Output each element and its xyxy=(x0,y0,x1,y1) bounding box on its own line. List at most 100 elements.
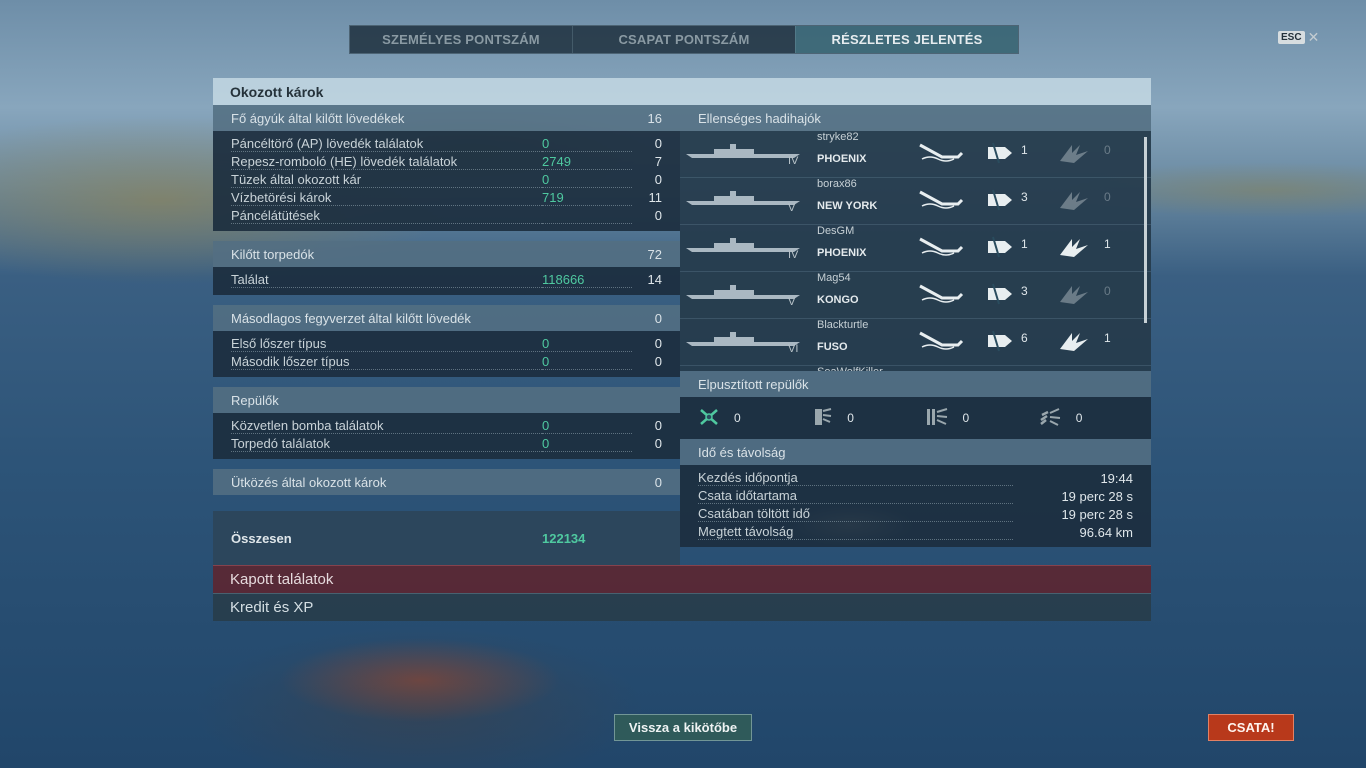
plane-count: 0 xyxy=(1075,411,1083,425)
list-item: Tüzek által okozott kár 0 0 xyxy=(231,171,662,189)
row-damage: 719 xyxy=(542,190,632,206)
received-hits-bar[interactable]: Kapott találatok xyxy=(213,565,1151,593)
plane-count: 0 xyxy=(734,411,741,425)
player-name: borax86 xyxy=(817,178,857,190)
ship-silhouette-icon xyxy=(686,191,800,205)
torpedoes-count: 72 xyxy=(647,246,662,262)
player-name: Mag54 xyxy=(817,272,851,284)
battle-button[interactable]: CSATA! xyxy=(1208,714,1294,741)
damage-dealt-header[interactable]: Okozott károk xyxy=(213,78,1151,105)
ramming-count: 0 xyxy=(654,474,662,490)
list-item: Torpedó találatok 0 0 xyxy=(231,435,662,453)
total-damage-row: Összesen 122134 xyxy=(213,511,680,565)
row-damage: 2749 xyxy=(542,154,632,170)
main-guns-section: Fő ágyúk által kilőtt lövedékek 16 Páncél… xyxy=(213,105,680,231)
enemy-ship-row[interactable]: IV DesGM PHOENIX 1 1 xyxy=(680,225,1151,272)
row-count: 0 xyxy=(654,418,662,433)
aircraft-label: Repülők xyxy=(231,392,279,408)
list-item: Repesz-romboló (HE) lövedék találatok 274… xyxy=(231,153,662,171)
enemy-ship-row[interactable]: SeaWolfKiller xyxy=(680,366,1151,371)
main-guns-count: 16 xyxy=(647,110,662,126)
row-count: 0 xyxy=(654,208,662,223)
dive-bomber-icon xyxy=(925,406,949,431)
ship-tier: V xyxy=(788,202,796,214)
torpedo-hit-icon xyxy=(985,235,1015,264)
planes-destroyed-label: Elpusztított repülők xyxy=(698,376,809,392)
list-item: Csatában töltött idő 19 perc 28 s xyxy=(698,505,1133,523)
hit-count: 3 xyxy=(1021,190,1028,204)
tab-team-score[interactable]: CSAPAT PONTSZÁM xyxy=(572,26,795,53)
ships-scrollbar[interactable] xyxy=(1144,137,1147,323)
torpedo-bomber-icon xyxy=(811,406,833,431)
credits-xp-bar[interactable]: Kredit és XP xyxy=(213,593,1151,621)
list-item: Páncélátütések 0 xyxy=(231,207,662,225)
player-name: stryke82 xyxy=(817,131,859,143)
crit-count: 1 xyxy=(1104,331,1111,345)
close-icon[interactable]: ✕ xyxy=(1308,29,1320,46)
row-label: Páncélátütések xyxy=(231,208,542,224)
enemy-ship-row[interactable]: VI Blackturtle FUSO 6 1 xyxy=(680,319,1151,366)
time-distance-section: Idő és távolság Kezdés időpontja 19:44 Cs… xyxy=(680,439,1151,547)
enemy-ships-list[interactable]: IV stryke82 PHOENIX 1 0 Vborax86 NEW YORK 3 0 IV D… xyxy=(680,131,1151,371)
row-count: 0 xyxy=(654,136,662,151)
tab-detailed-report[interactable]: RÉSZLETES JELENTÉS xyxy=(795,26,1018,53)
enemy-ship-row[interactable]: IV stryke82 PHOENIX 1 0 xyxy=(680,131,1151,178)
crit-count: 1 xyxy=(1104,237,1111,251)
list-item: Második lőszer típus 0 0 xyxy=(231,353,662,371)
aircraft-section: Repülők Közvetlen bomba találatok 0 0 Torp… xyxy=(213,387,680,459)
total-label: Összesen xyxy=(231,530,292,546)
player-name: Blackturtle xyxy=(817,319,869,331)
row-damage: 0 xyxy=(542,136,632,152)
list-item: Csata időtartama 19 perc 28 s xyxy=(698,487,1133,505)
ship-tier: IV xyxy=(788,249,799,261)
row-label: Vízbetörési károk xyxy=(231,190,542,206)
ship-tier: V xyxy=(788,296,796,308)
row-damage: 0 xyxy=(542,436,632,452)
row-damage: 118666 xyxy=(542,272,632,288)
back-to-port-button[interactable]: Vissza a kikötőbe xyxy=(614,714,752,741)
plane-item-torpedo-bomber: 0 xyxy=(811,406,924,431)
row-count: 11 xyxy=(648,190,663,205)
row-count: 7 xyxy=(654,154,662,169)
total-damage: 122134 xyxy=(542,530,586,546)
row-label: Csatában töltött idő xyxy=(698,506,1013,522)
row-damage xyxy=(542,209,632,224)
close-button[interactable]: ESC ✕ xyxy=(1278,29,1319,46)
row-label: Második lőszer típus xyxy=(231,354,542,370)
ship-damage-icon xyxy=(918,141,964,168)
tab-bar: SZEMÉLYES PONTSZÁM CSAPAT PONTSZÁM RÉSZL… xyxy=(349,25,1019,54)
row-damage: 0 xyxy=(542,172,632,188)
main-guns-label: Fő ágyúk által kilőtt lövedékek xyxy=(231,110,405,126)
details-column: Ellenséges hadihajók IV stryke82 PHOENIX 1 0… xyxy=(680,105,1151,565)
esc-key-label: ESC xyxy=(1278,31,1305,44)
hit-count: 1 xyxy=(1021,143,1028,157)
torpedoes-section: Kilőtt torpedók 72 Találat 118666 14 xyxy=(213,241,680,295)
list-item: Vízbetörési károk 719 11 xyxy=(231,189,662,207)
enemy-ship-row[interactable]: Vborax86 NEW YORK 3 0 xyxy=(680,178,1151,225)
ship-damage-icon xyxy=(918,329,964,356)
fighter-icon xyxy=(698,407,720,430)
ship-silhouette-icon xyxy=(686,144,800,158)
ship-damage-icon xyxy=(918,188,964,215)
weapons-column: Fő ágyúk által kilőtt lövedékek 16 Páncél… xyxy=(213,105,680,565)
plane-count: 0 xyxy=(847,411,854,425)
ship-silhouette-icon xyxy=(686,332,800,346)
row-value: 96.64 km xyxy=(1079,524,1133,540)
plane-count: 0 xyxy=(962,411,970,425)
player-name: DesGM xyxy=(817,225,855,237)
ship-name: NEW YORK xyxy=(817,200,878,212)
row-damage: 0 xyxy=(542,354,632,370)
enemy-ships-label: Ellenséges hadihajók xyxy=(698,110,821,126)
enemy-ship-row[interactable]: V Mag54 KONGO 3 0 xyxy=(680,272,1151,319)
ship-name: FUSO xyxy=(817,341,848,353)
critical-hit-icon xyxy=(1058,141,1092,170)
torpedo-hit-icon xyxy=(985,141,1015,170)
torpedo-hit-icon xyxy=(985,282,1015,311)
critical-hit-icon xyxy=(1058,235,1092,264)
ship-damage-icon xyxy=(918,282,964,309)
time-distance-label: Idő és távolság xyxy=(698,444,786,460)
hit-count: 1 xyxy=(1021,237,1028,251)
player-name: SeaWolfKiller xyxy=(817,366,883,371)
torpedo-hit-icon xyxy=(985,188,1015,217)
tab-personal-score[interactable]: SZEMÉLYES PONTSZÁM xyxy=(350,26,572,53)
